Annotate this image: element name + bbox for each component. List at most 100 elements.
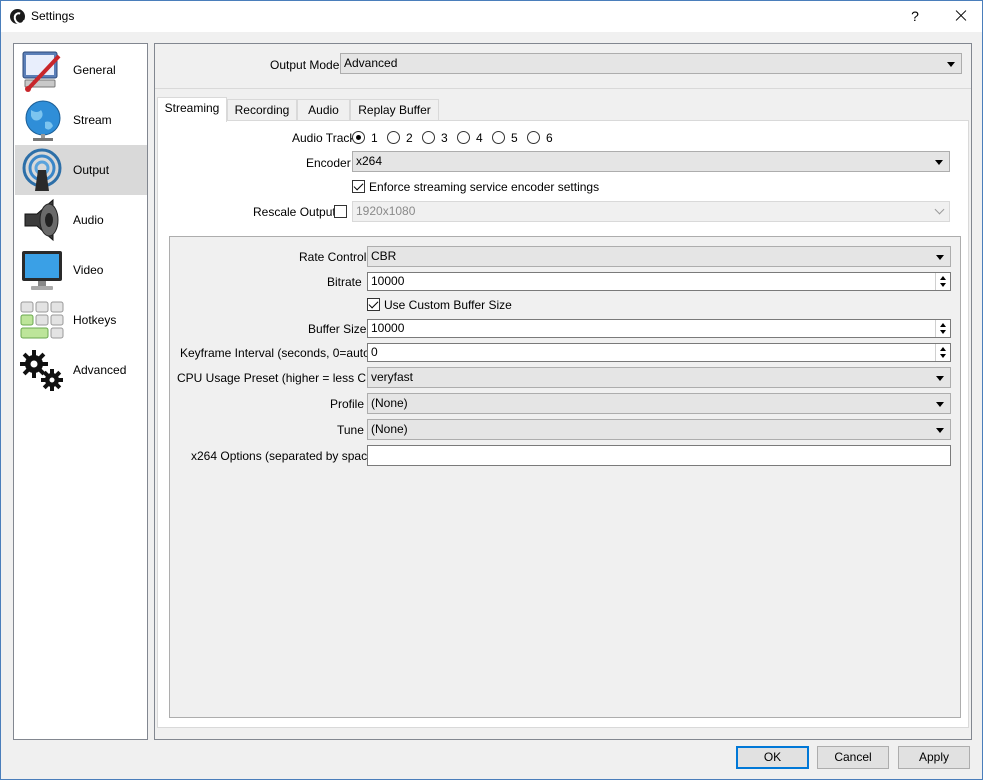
gears-icon [20, 350, 63, 391]
keyboard-icon [20, 301, 64, 339]
x264-options-input[interactable] [367, 445, 951, 466]
spin-down-icon[interactable] [940, 354, 946, 358]
chevron-down-icon [935, 160, 943, 165]
audio-track-label: Audio Track [292, 131, 356, 145]
custom-buffer-label: Use Custom Buffer Size [384, 298, 512, 312]
enforce-encoder-checkbox[interactable] [352, 180, 365, 193]
rescale-resolution-dropdown[interactable]: 1920x1080 [352, 201, 950, 222]
x264-options-label: x264 Options (separated by space) [191, 449, 378, 463]
window-title: Settings [31, 9, 75, 23]
settings-window: Settings ? General Stream Output Audio V… [0, 0, 983, 780]
custom-buffer-checkbox[interactable] [367, 298, 380, 311]
audio-track-option-label: 4 [476, 131, 483, 145]
enforce-encoder-label: Enforce streaming service encoder settin… [369, 180, 600, 194]
sidebar-item-label: Stream [73, 113, 112, 127]
profile-value: (None) [371, 396, 408, 410]
chevron-down-icon [947, 62, 955, 67]
cpu-preset-dropdown[interactable]: veryfast [367, 367, 951, 388]
apply-button[interactable]: Apply [898, 746, 970, 769]
sidebar-item-audio[interactable]: Audio [15, 195, 147, 245]
chevron-down-icon [936, 428, 944, 433]
chevron-down-icon [936, 255, 944, 260]
tune-value: (None) [371, 422, 408, 436]
encoder-value: x264 [356, 154, 383, 168]
chevron-down-icon [936, 402, 944, 407]
output-mode-dropdown[interactable]: Advanced [340, 53, 962, 74]
spin-down-icon[interactable] [940, 330, 946, 334]
rate-control-value: CBR [371, 249, 397, 263]
sidebar-item-label: Audio [73, 213, 104, 227]
sidebar-item-stream[interactable]: Stream [15, 95, 147, 145]
audio-track-radio-6[interactable] [527, 131, 540, 144]
sidebar-item-label: General [73, 63, 116, 77]
audio-track-radio-5[interactable] [492, 131, 505, 144]
bitrate-input[interactable]: 10000 [367, 272, 951, 291]
spin-up-icon[interactable] [940, 323, 946, 327]
sidebar-item-video[interactable]: Video [15, 245, 147, 295]
help-button[interactable]: ? [901, 5, 929, 27]
audio-track-option-label: 2 [406, 131, 413, 145]
ok-button[interactable]: OK [736, 746, 809, 769]
audio-track-radio-2[interactable] [387, 131, 400, 144]
output-settings-panel: Output Mode Advanced Streaming Recording… [154, 43, 972, 740]
sidebar-item-general[interactable]: General [15, 45, 147, 95]
rate-control-label: Rate Control [299, 250, 367, 264]
rescale-output-label: Rescale Output [253, 205, 336, 219]
close-icon[interactable] [941, 3, 979, 29]
buffer-size-label: Buffer Size [308, 322, 367, 336]
spin-down-icon[interactable] [940, 283, 946, 287]
streaming-tab-panel: Audio Track 1 2 3 4 5 6 Encoder x264 Enf… [157, 120, 969, 728]
output-mode-label: Output Mode [270, 58, 340, 72]
audio-track-option-label: 6 [546, 131, 553, 145]
tab-streaming[interactable]: Streaming [157, 97, 227, 122]
tab-recording[interactable]: Recording [227, 99, 297, 121]
sidebar-item-advanced[interactable]: Advanced [15, 345, 147, 395]
encoder-label: Encoder [306, 156, 351, 170]
title-bar: Settings ? [1, 1, 982, 32]
divider [155, 88, 971, 89]
tune-dropdown[interactable]: (None) [367, 419, 951, 440]
tune-label: Tune [337, 423, 364, 437]
rate-control-dropdown[interactable]: CBR [367, 246, 951, 267]
tab-audio[interactable]: Audio [297, 99, 350, 121]
profile-dropdown[interactable]: (None) [367, 393, 951, 414]
sidebar-item-label: Hotkeys [73, 313, 117, 327]
sidebar-item-output[interactable]: Output [15, 145, 147, 195]
buffer-size-spinner[interactable] [935, 320, 950, 337]
rescale-output-checkbox[interactable] [334, 205, 347, 218]
encoder-dropdown[interactable]: x264 [352, 151, 950, 172]
sidebar-item-label: Output [73, 163, 110, 177]
stream-globe-icon [25, 100, 61, 141]
chevron-down-icon [934, 204, 945, 215]
general-icon [22, 51, 61, 92]
keyframe-interval-input[interactable]: 0 [367, 343, 951, 362]
tab-replay-buffer[interactable]: Replay Buffer [350, 99, 439, 121]
speaker-icon [24, 198, 59, 242]
settings-sidebar: General Stream Output Audio Video Hotkey… [13, 43, 148, 740]
audio-track-radio-1[interactable] [352, 131, 365, 144]
output-mode-value: Advanced [344, 56, 398, 70]
sidebar-item-hotkeys[interactable]: Hotkeys [15, 295, 147, 345]
spin-up-icon[interactable] [940, 347, 946, 351]
sidebar-item-label: Advanced [73, 363, 127, 377]
audio-track-option-label: 1 [371, 131, 378, 145]
profile-label: Profile [330, 397, 365, 411]
keyframe-interval-label: Keyframe Interval (seconds, 0=auto) [180, 346, 374, 360]
bitrate-spinner[interactable] [935, 273, 950, 290]
audio-track-radio-3[interactable] [422, 131, 435, 144]
audio-track-radio-4[interactable] [457, 131, 470, 144]
cancel-button[interactable]: Cancel [817, 746, 889, 769]
buffer-size-input[interactable]: 10000 [367, 319, 951, 338]
spin-up-icon[interactable] [940, 276, 946, 280]
obs-logo-icon [10, 9, 25, 24]
sidebar-item-label: Video [73, 263, 104, 277]
cpu-preset-value: veryfast [371, 370, 414, 384]
keyframe-interval-value: 0 [371, 345, 378, 359]
buffer-size-value: 10000 [371, 321, 405, 335]
chevron-down-icon [936, 376, 944, 381]
keyframe-interval-spinner[interactable] [935, 344, 950, 361]
bitrate-label: Bitrate [327, 275, 362, 289]
rescale-resolution-value: 1920x1080 [356, 204, 416, 218]
bitrate-value: 10000 [371, 274, 405, 288]
cpu-preset-label: CPU Usage Preset (higher = less CPU) [177, 371, 387, 385]
